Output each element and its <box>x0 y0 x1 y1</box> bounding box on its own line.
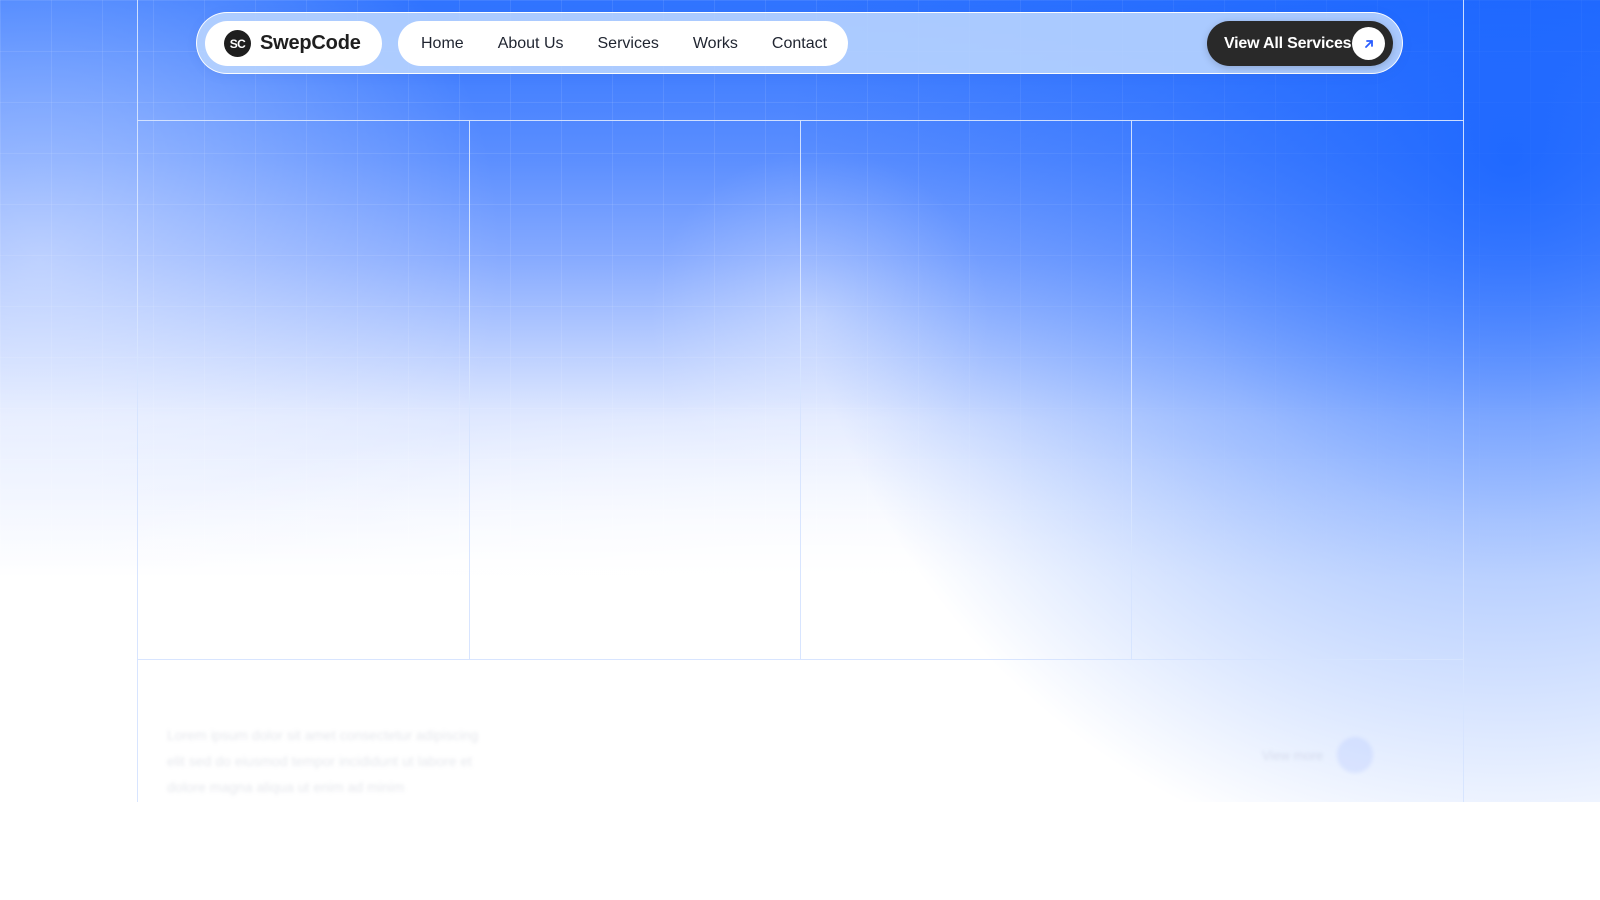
brand-pill[interactable]: SC SwepCode <box>205 21 382 66</box>
column-divider-2 <box>800 120 801 659</box>
view-all-services-label: View All Services <box>1224 34 1352 52</box>
nav-works-link[interactable]: Works <box>693 35 738 53</box>
view-all-services-button[interactable]: View All Services <box>1207 21 1393 66</box>
faded-secondary-cta-label: View more <box>1262 747 1324 763</box>
nav-services-link[interactable]: Services <box>598 35 659 53</box>
brand-name: SwepCode <box>260 32 361 54</box>
faded-line-1: Lorem ipsum dolor sit amet consectetur a… <box>167 727 479 743</box>
faded-description: Lorem ipsum dolor sit amet consectetur a… <box>167 722 617 800</box>
nav-contact-link[interactable]: Contact <box>772 35 827 53</box>
hero-background: Lorem ipsum dolor sit amet consectetur a… <box>0 0 1600 802</box>
column-divider-3 <box>1131 120 1132 659</box>
view-all-services-icon-wrap <box>1352 27 1385 60</box>
faded-secondary-cta: View more <box>1262 737 1374 773</box>
faded-line-2: elit sed do eiusmod tempor incididunt ut… <box>167 753 473 769</box>
brand-logo-icon: SC <box>224 30 251 57</box>
column-divider-1 <box>469 120 470 659</box>
nav-about-us-link[interactable]: About Us <box>498 35 564 53</box>
main-navigation: Home About Us Services Works Contact <box>398 21 848 66</box>
arrow-up-right-icon <box>1364 39 1373 48</box>
nav-home-link[interactable]: Home <box>421 35 464 53</box>
faded-line-3: dolore magna aliqua ut enim ad minim <box>167 779 405 795</box>
bottom-divider-line <box>137 659 1464 660</box>
top-navbar: SC SwepCode Home About Us Services Works… <box>196 12 1403 74</box>
faded-secondary-cta-icon <box>1337 737 1374 773</box>
